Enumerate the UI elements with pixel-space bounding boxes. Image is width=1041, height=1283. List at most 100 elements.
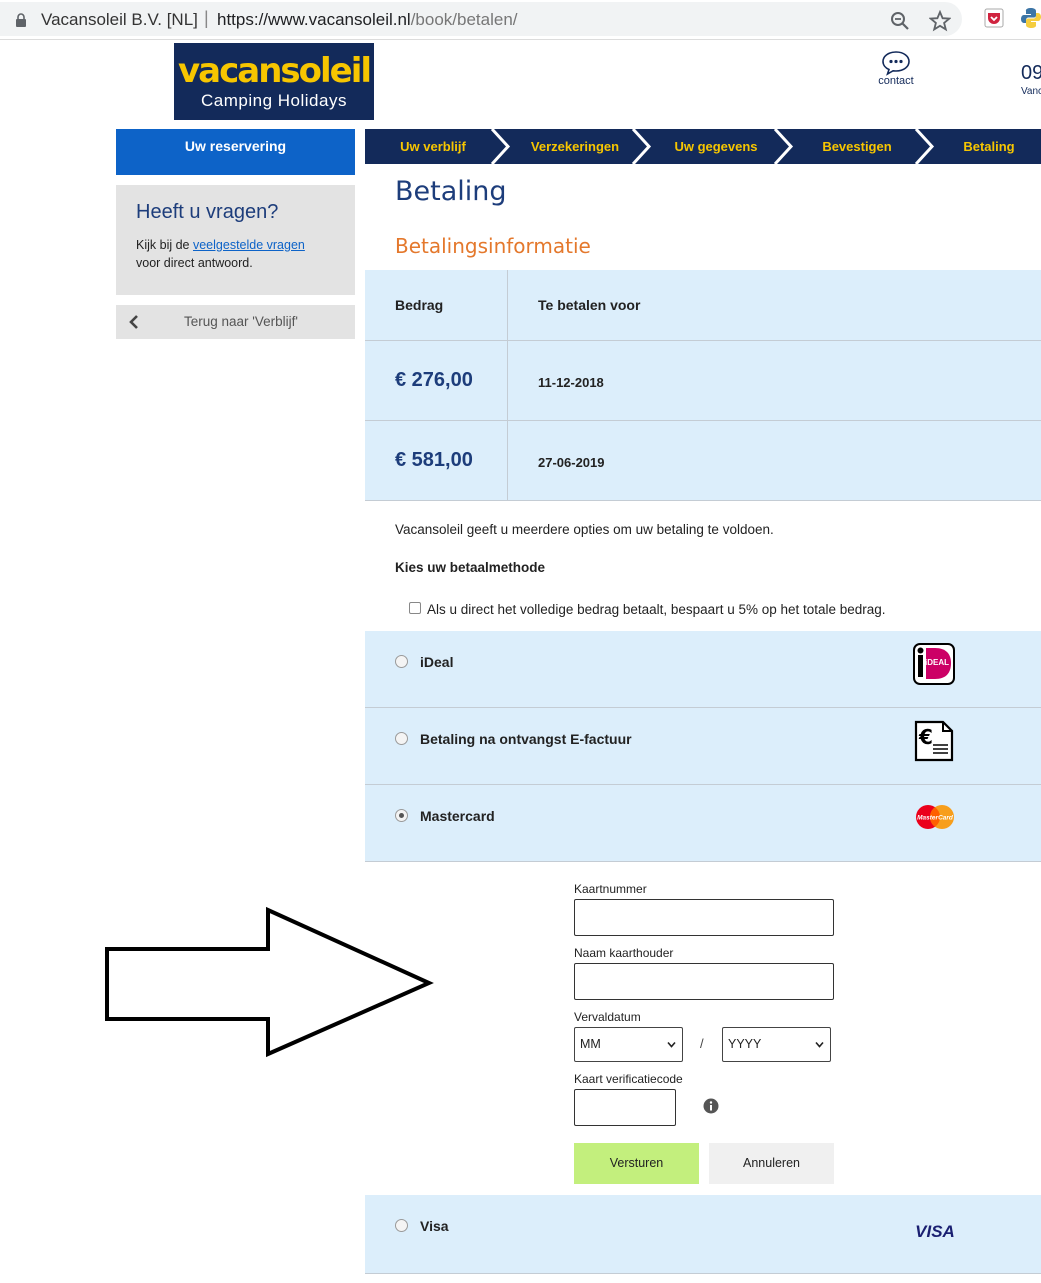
logo-tagline: Camping Holidays: [201, 91, 347, 110]
submit-payment-button[interactable]: Versturen: [574, 1143, 699, 1184]
card-number-input[interactable]: [574, 899, 834, 936]
payment-method-ideal[interactable]: iDeal iDEAL: [365, 631, 1041, 708]
step-uw-gegevens[interactable]: Uw gegevens: [653, 129, 779, 164]
vacansoleil-logo[interactable]: vacansoleil Camping Holidays: [174, 43, 374, 120]
visa-logo-text: VISA: [915, 1222, 955, 1241]
ideal-radio[interactable]: [395, 655, 408, 668]
faq-link[interactable]: veelgestelde vragen: [193, 238, 305, 252]
annotation-arrow: [105, 906, 434, 1058]
logo-wordmark: vacansoleil: [177, 51, 372, 91]
info-icon[interactable]: [703, 1098, 719, 1114]
help-text-before: Kijk bij de: [136, 238, 193, 252]
amount-value: € 581,00: [395, 449, 473, 471]
url-separator: |: [204, 8, 209, 28]
help-title: Heeft u vragen?: [136, 201, 279, 223]
back-to-stay-button[interactable]: Terug naar 'Verblijf': [116, 305, 355, 339]
cvc-input[interactable]: [574, 1089, 676, 1126]
step-chevron-icon: [914, 129, 935, 164]
table-cell: 11-12-2018: [508, 341, 1041, 420]
url-text[interactable]: https://www.vacansoleil.nl/book/betalen/: [217, 10, 518, 30]
method-label: Mastercard: [420, 808, 495, 824]
cvc-label: Kaart verificatiecode: [574, 1072, 683, 1086]
choose-method-label: Kies uw betaalmethode: [395, 560, 546, 575]
due-date-value: 27-06-2019: [538, 455, 605, 470]
expiry-year-select[interactable]: YYYY: [722, 1027, 831, 1062]
chevron-left-icon: [129, 315, 138, 329]
step-chevron-icon: [490, 129, 511, 164]
expiry-separator: /: [700, 1036, 704, 1051]
mastercard-radio[interactable]: [395, 809, 408, 822]
card-holder-input[interactable]: [574, 963, 834, 1000]
euro-invoice-icon: €: [914, 720, 954, 762]
browser-toolbar: Vacansoleil B.V. [NL] | https://www.vaca…: [0, 0, 1041, 40]
booking-steps: Uw verblijf Verzekeringen Uw gegevens Be…: [365, 129, 1041, 164]
svg-text:€: €: [918, 725, 933, 749]
page-title: Betaling: [395, 176, 507, 207]
full-payment-checkbox[interactable]: [409, 602, 421, 614]
discount-text: Als u direct het volledige bedrag betaal…: [427, 602, 886, 617]
table-cell: € 276,00: [365, 341, 508, 420]
url-path: /book/betalen/: [410, 10, 518, 29]
card-number-label: Kaartnummer: [574, 882, 647, 896]
table-row: € 581,00 27-06-2019: [365, 421, 1041, 501]
ideal-logo-text: iDEAL: [925, 658, 949, 667]
expiry-label: Vervaldatum: [574, 1010, 641, 1024]
table-cell: 27-06-2019: [508, 421, 1041, 500]
address-bar[interactable]: Vacansoleil B.V. [NL] | https://www.vaca…: [0, 2, 962, 36]
zoom-out-icon[interactable]: [890, 11, 910, 31]
cancel-button[interactable]: Annuleren: [709, 1143, 834, 1184]
bookmark-star-icon[interactable]: [929, 10, 951, 32]
payment-schedule-table: Bedrag Te betalen voor € 276,00 11-12-20…: [365, 270, 1041, 501]
month-value: MM: [580, 1037, 601, 1051]
pocket-extension-icon[interactable]: [984, 8, 1004, 28]
chat-bubble-icon: [882, 51, 910, 76]
due-date-header: Te betalen voor: [538, 297, 641, 313]
step-betaling[interactable]: Betaling: [937, 129, 1041, 164]
amount-value: € 276,00: [395, 369, 473, 391]
back-button-label: Terug naar 'Verblijf': [184, 314, 298, 329]
contact-label: contact: [878, 75, 914, 87]
help-box: Heeft u vragen? Kijk bij de veelgestelde…: [116, 185, 355, 295]
step-verzekeringen[interactable]: Verzekeringen: [513, 129, 637, 164]
method-label: iDeal: [420, 654, 454, 670]
e-invoice-radio[interactable]: [395, 732, 408, 745]
method-label: Visa: [420, 1218, 449, 1234]
reservation-tab[interactable]: Uw reservering: [116, 129, 355, 175]
chevron-down-icon: [815, 1041, 824, 1048]
amount-header: Bedrag: [395, 297, 444, 313]
help-text-after: voor direct antwoord.: [136, 256, 253, 270]
ideal-logo: iDEAL: [913, 643, 955, 685]
payment-method-mastercard[interactable]: Mastercard MasterCard: [365, 785, 1041, 862]
help-text: Kijk bij de veelgestelde vragen voor dir…: [136, 236, 335, 272]
payment-method-visa[interactable]: Visa VISA: [365, 1195, 1041, 1274]
step-chevron-icon: [631, 129, 652, 164]
step-bevestigen[interactable]: Bevestigen: [795, 129, 919, 164]
lock-icon: [16, 13, 26, 27]
card-holder-label: Naam kaarthouder: [574, 946, 674, 960]
year-value: YYYY: [728, 1037, 762, 1051]
payment-options-info: Vacansoleil geeft u meerdere opties om u…: [395, 522, 774, 537]
mastercard-logo-text: MasterCard: [917, 815, 954, 822]
table-header-cell: Bedrag: [365, 270, 508, 340]
mastercard-logo: MasterCard: [916, 805, 954, 829]
table-row: € 276,00 11-12-2018: [365, 341, 1041, 421]
contact-link[interactable]: contact: [872, 50, 920, 87]
payment-method-e-invoice[interactable]: Betaling na ontvangst E-factuur €: [365, 708, 1041, 785]
section-title: Betalingsinformatie: [395, 234, 591, 258]
step-chevron-icon: [773, 129, 794, 164]
phone-number: 09: [1021, 62, 1041, 84]
visa-logo: VISA: [915, 1222, 955, 1241]
python-extension-icon[interactable]: [1020, 7, 1041, 29]
table-header-cell: Te betalen voor: [508, 270, 1041, 340]
due-date-value: 11-12-2018: [538, 375, 604, 390]
step-uw-verblijf[interactable]: Uw verblijf: [365, 129, 501, 164]
expiry-month-select[interactable]: MM: [574, 1027, 683, 1062]
table-header-row: Bedrag Te betalen voor: [365, 270, 1041, 341]
table-cell: € 581,00: [365, 421, 508, 500]
url-host: https://www.vacansoleil.nl: [217, 10, 411, 29]
site-identity: Vacansoleil B.V. [NL]: [41, 10, 198, 29]
visa-radio[interactable]: [395, 1219, 408, 1232]
chevron-down-icon: [667, 1041, 676, 1048]
method-label: Betaling na ontvangst E-factuur: [420, 731, 632, 747]
phone-hours: Vanc: [1021, 86, 1041, 97]
